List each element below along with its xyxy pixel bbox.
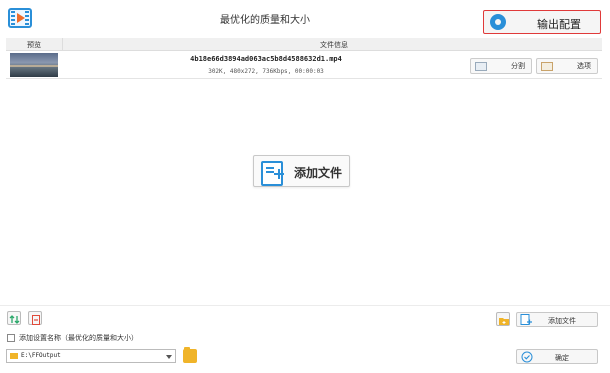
file-info: 302K, 480x272, 736Kbps, 00:00:03	[208, 68, 324, 75]
ok-button[interactable]: 确定	[516, 349, 598, 364]
options-icon	[541, 62, 553, 71]
add-setting-name-label: 添加设置名称（最优化的质量和大小）	[19, 334, 138, 342]
video-film-icon	[8, 8, 32, 28]
video-thumbnail	[10, 53, 58, 77]
header-file-info: 文件信息	[320, 41, 348, 49]
folder-icon	[10, 353, 18, 359]
split-icon	[475, 62, 487, 71]
output-path-select[interactable]: E:\FFOutput	[6, 349, 176, 363]
window-title: 最优化的质量和大小	[220, 15, 310, 26]
folder-add-icon	[499, 318, 509, 325]
output-config-label: 输出配置	[537, 18, 581, 31]
chevron-down-icon	[166, 355, 172, 359]
table-header: 预览 文件信息	[6, 38, 602, 51]
title-bar: 最优化的质量和大小 输出配置	[0, 0, 610, 36]
add-file-label: 添加文件	[548, 317, 576, 325]
header-preview: 预览	[27, 41, 41, 49]
add-file-center-button[interactable]: 添加文件	[253, 155, 350, 187]
gear-icon	[490, 14, 506, 30]
open-folder-button[interactable]	[496, 312, 510, 326]
options-button[interactable]: 选项	[536, 58, 598, 74]
table-row[interactable]: 4b18e66d3894ad063ac5b8d4588632d1.mp4 302…	[6, 51, 602, 79]
browse-folder-button[interactable]	[183, 347, 197, 363]
divider	[0, 305, 610, 306]
ok-label: 确定	[555, 354, 569, 362]
sort-arrows-icon	[9, 315, 20, 324]
file-name: 4b18e66d3894ad063ac5b8d4588632d1.mp4	[190, 55, 342, 63]
split-label: 分割	[511, 62, 525, 70]
add-file-center-label: 添加文件	[294, 166, 343, 180]
delete-button[interactable]	[28, 311, 42, 325]
delete-file-icon	[32, 315, 40, 325]
sort-button[interactable]	[7, 311, 21, 325]
options-label: 选项	[577, 62, 591, 70]
split-button[interactable]: 分割	[470, 58, 532, 74]
output-path-value: E:\FFOutput	[21, 352, 61, 359]
add-file-button[interactable]: 添加文件	[516, 312, 598, 327]
add-setting-name-checkbox[interactable]	[7, 334, 15, 342]
output-config-button[interactable]: 输出配置	[483, 10, 601, 34]
